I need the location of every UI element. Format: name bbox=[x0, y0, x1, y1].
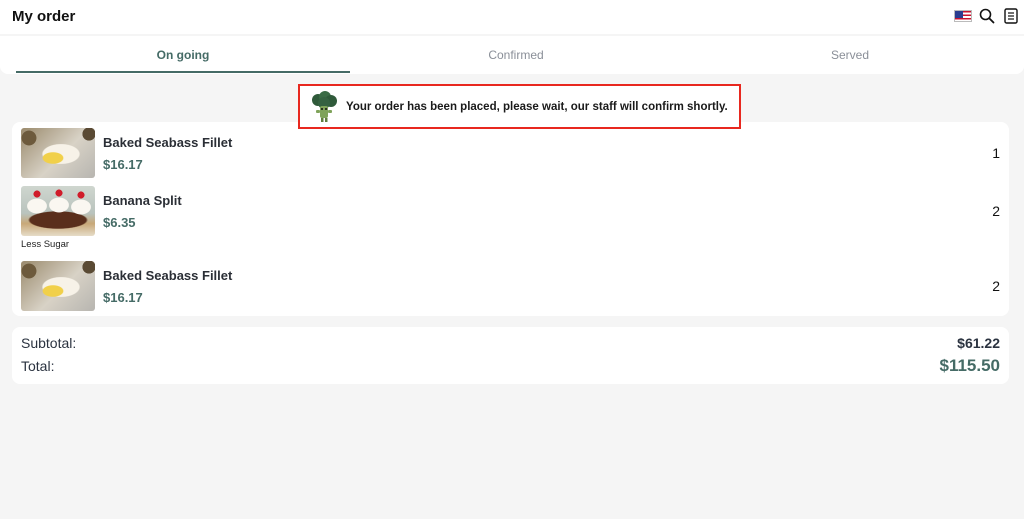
tab-confirmed[interactable]: Confirmed bbox=[349, 36, 683, 74]
item-image bbox=[21, 261, 95, 311]
item-quantity: 2 bbox=[992, 278, 1000, 294]
subtotal-label: Subtotal: bbox=[21, 335, 77, 351]
search-icon[interactable] bbox=[978, 7, 996, 25]
order-placed-notice: Your order has been placed, please wait,… bbox=[298, 84, 741, 129]
item-name: Baked Seabass Fillet bbox=[103, 135, 233, 150]
us-flag-icon[interactable] bbox=[954, 10, 972, 22]
notice-message: Your order has been placed, please wait,… bbox=[346, 100, 728, 113]
tab-served[interactable]: Served bbox=[683, 36, 1017, 74]
total-label: Total: bbox=[21, 358, 55, 374]
tab-label: Served bbox=[830, 48, 870, 62]
tab-on-going[interactable]: On going bbox=[16, 36, 350, 74]
item-image bbox=[21, 128, 95, 178]
order-items-card: Baked Seabass Fillet $16.17 1 Banana Spl… bbox=[12, 122, 1009, 316]
item-price: $6.35 bbox=[103, 215, 136, 230]
item-quantity: 1 bbox=[992, 145, 1000, 161]
item-price: $16.17 bbox=[103, 290, 143, 305]
tab-label: Confirmed bbox=[488, 48, 544, 62]
total-value: $115.50 bbox=[939, 356, 1000, 375]
page-title: My order bbox=[12, 8, 76, 25]
broccoli-mascot-icon bbox=[312, 90, 337, 122]
order-status-tabs: On going Confirmed Served bbox=[0, 36, 1024, 74]
header-actions bbox=[954, 7, 1020, 25]
item-image bbox=[21, 186, 95, 236]
item-name: Banana Split bbox=[103, 193, 182, 208]
menu-list-icon[interactable] bbox=[1002, 7, 1020, 25]
tab-label: On going bbox=[156, 48, 210, 62]
item-quantity: 2 bbox=[992, 203, 1000, 219]
item-note: Less Sugar bbox=[21, 239, 70, 250]
subtotal-value: $61.22 bbox=[957, 335, 1000, 351]
totals-card: Subtotal: $61.22 Total: $115.50 bbox=[12, 327, 1009, 384]
item-price: $16.17 bbox=[103, 157, 143, 172]
app-header: My order bbox=[0, 0, 1024, 34]
item-name: Baked Seabass Fillet bbox=[103, 268, 233, 283]
